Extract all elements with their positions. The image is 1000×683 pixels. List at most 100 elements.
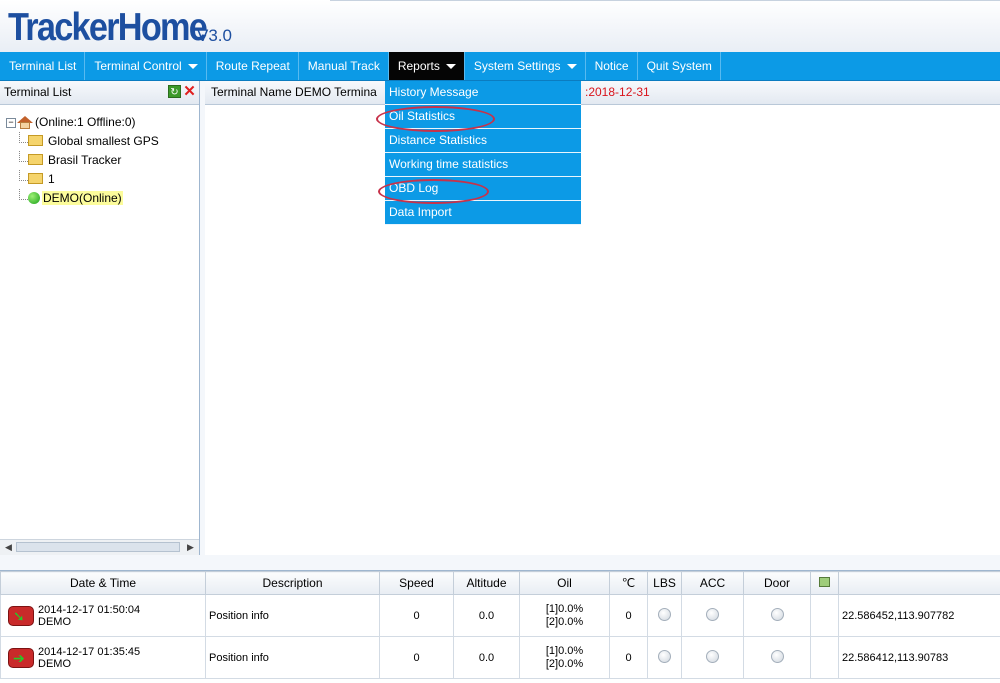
table-row[interactable]: 2014-12-17 01:50:04DEMO Position info 0 … bbox=[1, 595, 1000, 637]
header-divider bbox=[330, 0, 1000, 3]
nav-reports[interactable]: Reports bbox=[389, 52, 465, 80]
cell-coordinates: 22.586452,113.907782 bbox=[839, 595, 1000, 637]
chevron-down-icon bbox=[567, 64, 577, 69]
door-indicator-icon bbox=[771, 650, 784, 663]
tree-group-label: Brasil Tracker bbox=[48, 153, 121, 167]
col-header-acc[interactable]: ACC bbox=[682, 572, 744, 595]
col-header-description[interactable]: Description bbox=[206, 572, 380, 595]
tree-group-label: Global smallest GPS bbox=[48, 134, 159, 148]
tree-connector bbox=[19, 132, 28, 143]
tree-group[interactable]: Global smallest GPS bbox=[6, 132, 159, 151]
menu-item-oil-statistics[interactable]: Oil Statistics bbox=[385, 105, 581, 129]
nav-manual-track[interactable]: Manual Track bbox=[299, 52, 389, 80]
menu-item-obd-log[interactable]: OBD Log bbox=[385, 177, 581, 201]
cell-description: Position info bbox=[206, 637, 380, 679]
tree-root[interactable]: − (Online:1 Offline:0) bbox=[6, 113, 159, 132]
cell-door bbox=[744, 595, 811, 637]
tree-group[interactable]: 1 bbox=[6, 170, 159, 189]
nav-label: Terminal Control bbox=[94, 59, 181, 73]
main-panel: Terminal Name DEMO Termina :2018-12-31 bbox=[205, 81, 1000, 555]
cell-acc bbox=[682, 637, 744, 679]
cell-oil: [1]0.0%[2]0.0% bbox=[520, 637, 610, 679]
tree-connector bbox=[19, 151, 28, 162]
nav-label: Quit System bbox=[647, 59, 712, 73]
cell-lbs bbox=[648, 637, 682, 679]
horizontal-scrollbar[interactable]: ◀ ▶ bbox=[0, 539, 199, 555]
close-icon[interactable]: ✕ bbox=[183, 84, 196, 99]
acc-indicator-icon bbox=[706, 650, 719, 663]
oil-tank-2: [2]0.0% bbox=[520, 658, 609, 671]
tree-connector bbox=[19, 189, 28, 200]
tree-group[interactable]: Brasil Tracker bbox=[6, 151, 159, 170]
scroll-right-icon[interactable]: ▶ bbox=[184, 541, 197, 553]
col-header-door[interactable]: Door bbox=[744, 572, 811, 595]
folder-icon bbox=[28, 154, 43, 165]
menu-item-distance-statistics[interactable]: Distance Statistics bbox=[385, 129, 581, 153]
lbs-indicator-icon bbox=[658, 650, 671, 663]
datetime-text: 2014-12-17 01:50:04 bbox=[38, 604, 140, 616]
menu-item-data-import[interactable]: Data Import bbox=[385, 201, 581, 225]
datetime-text: 2014-12-17 01:35:45 bbox=[38, 646, 140, 658]
nav-label: System Settings bbox=[474, 59, 561, 73]
cell-coordinates: 22.586412,113.90783 bbox=[839, 637, 1000, 679]
lbs-indicator-icon bbox=[658, 608, 671, 621]
col-header-oil[interactable]: Oil bbox=[520, 572, 610, 595]
nav-system-settings[interactable]: System Settings bbox=[465, 52, 586, 80]
date-range-text: :2018-12-31 bbox=[585, 81, 650, 104]
reports-dropdown: History Message Oil Statistics Distance … bbox=[385, 81, 581, 225]
home-icon bbox=[17, 116, 32, 129]
cell-image bbox=[811, 637, 839, 679]
cell-datetime: 2014-12-17 01:50:04DEMO bbox=[1, 595, 206, 637]
cell-temperature: 0 bbox=[610, 595, 648, 637]
menu-item-history-message[interactable]: History Message bbox=[385, 81, 581, 105]
col-header-speed[interactable]: Speed bbox=[380, 572, 454, 595]
terminal-tree: − (Online:1 Offline:0) Global smallest GP… bbox=[6, 113, 159, 208]
image-icon bbox=[819, 577, 830, 587]
scroll-left-icon[interactable]: ◀ bbox=[2, 541, 15, 553]
door-indicator-icon bbox=[771, 608, 784, 621]
nav-notice[interactable]: Notice bbox=[586, 52, 638, 80]
collapse-icon[interactable]: − bbox=[6, 118, 16, 128]
terminal-text: DEMO bbox=[38, 658, 140, 670]
nav-terminal-control[interactable]: Terminal Control bbox=[85, 52, 206, 80]
grid-header-row: Date & Time Description Speed Altitude O… bbox=[1, 572, 1000, 595]
tree-connector bbox=[19, 170, 28, 181]
nav-label: Notice bbox=[595, 59, 629, 73]
chevron-down-icon bbox=[446, 64, 456, 69]
cell-speed: 0 bbox=[380, 595, 454, 637]
cell-description: Position info bbox=[206, 595, 380, 637]
tree-device-label: DEMO(Online) bbox=[42, 191, 123, 205]
cell-oil: [1]0.0%[2]0.0% bbox=[520, 595, 610, 637]
cell-datetime: 2014-12-17 01:35:45DEMO bbox=[1, 637, 206, 679]
app-version: V3.0 bbox=[197, 26, 232, 46]
cell-altitude: 0.0 bbox=[454, 595, 520, 637]
nav-quit-system[interactable]: Quit System bbox=[638, 52, 721, 80]
terminal-text: DEMO bbox=[38, 616, 140, 628]
menu-item-working-time-statistics[interactable]: Working time statistics bbox=[385, 153, 581, 177]
refresh-icon[interactable]: ↻ bbox=[168, 85, 181, 98]
cell-temperature: 0 bbox=[610, 637, 648, 679]
tree-group-label: 1 bbox=[48, 172, 55, 186]
col-header-lbs[interactable]: LBS bbox=[648, 572, 682, 595]
table-row[interactable]: 2014-12-17 01:35:45DEMO Position info 0 … bbox=[1, 637, 1000, 679]
col-header-image[interactable] bbox=[811, 572, 839, 595]
nav-terminal-list[interactable]: Terminal List bbox=[0, 52, 85, 80]
col-header-coordinates bbox=[839, 572, 1000, 595]
data-grid: Date & Time Description Speed Altitude O… bbox=[0, 570, 1000, 683]
online-status-icon bbox=[28, 192, 40, 204]
terminal-name-text: Terminal Name DEMO Termina bbox=[211, 85, 377, 99]
folder-icon bbox=[28, 135, 43, 146]
scrollbar-thumb[interactable] bbox=[16, 542, 180, 552]
oil-tank-1: [1]0.0% bbox=[520, 603, 609, 616]
nav-label: Reports bbox=[398, 59, 440, 73]
nav-label: Manual Track bbox=[308, 59, 380, 73]
cell-image bbox=[811, 595, 839, 637]
col-header-datetime[interactable]: Date & Time bbox=[1, 572, 206, 595]
col-header-altitude[interactable]: Altitude bbox=[454, 572, 520, 595]
chevron-down-icon bbox=[188, 64, 198, 69]
tree-device[interactable]: DEMO(Online) bbox=[6, 189, 159, 208]
panel-title: Terminal List bbox=[4, 85, 71, 99]
col-header-temperature[interactable]: ℃ bbox=[610, 572, 648, 595]
tree-root-label: (Online:1 Offline:0) bbox=[35, 115, 136, 129]
nav-route-repeat[interactable]: Route Repeat bbox=[207, 52, 299, 80]
